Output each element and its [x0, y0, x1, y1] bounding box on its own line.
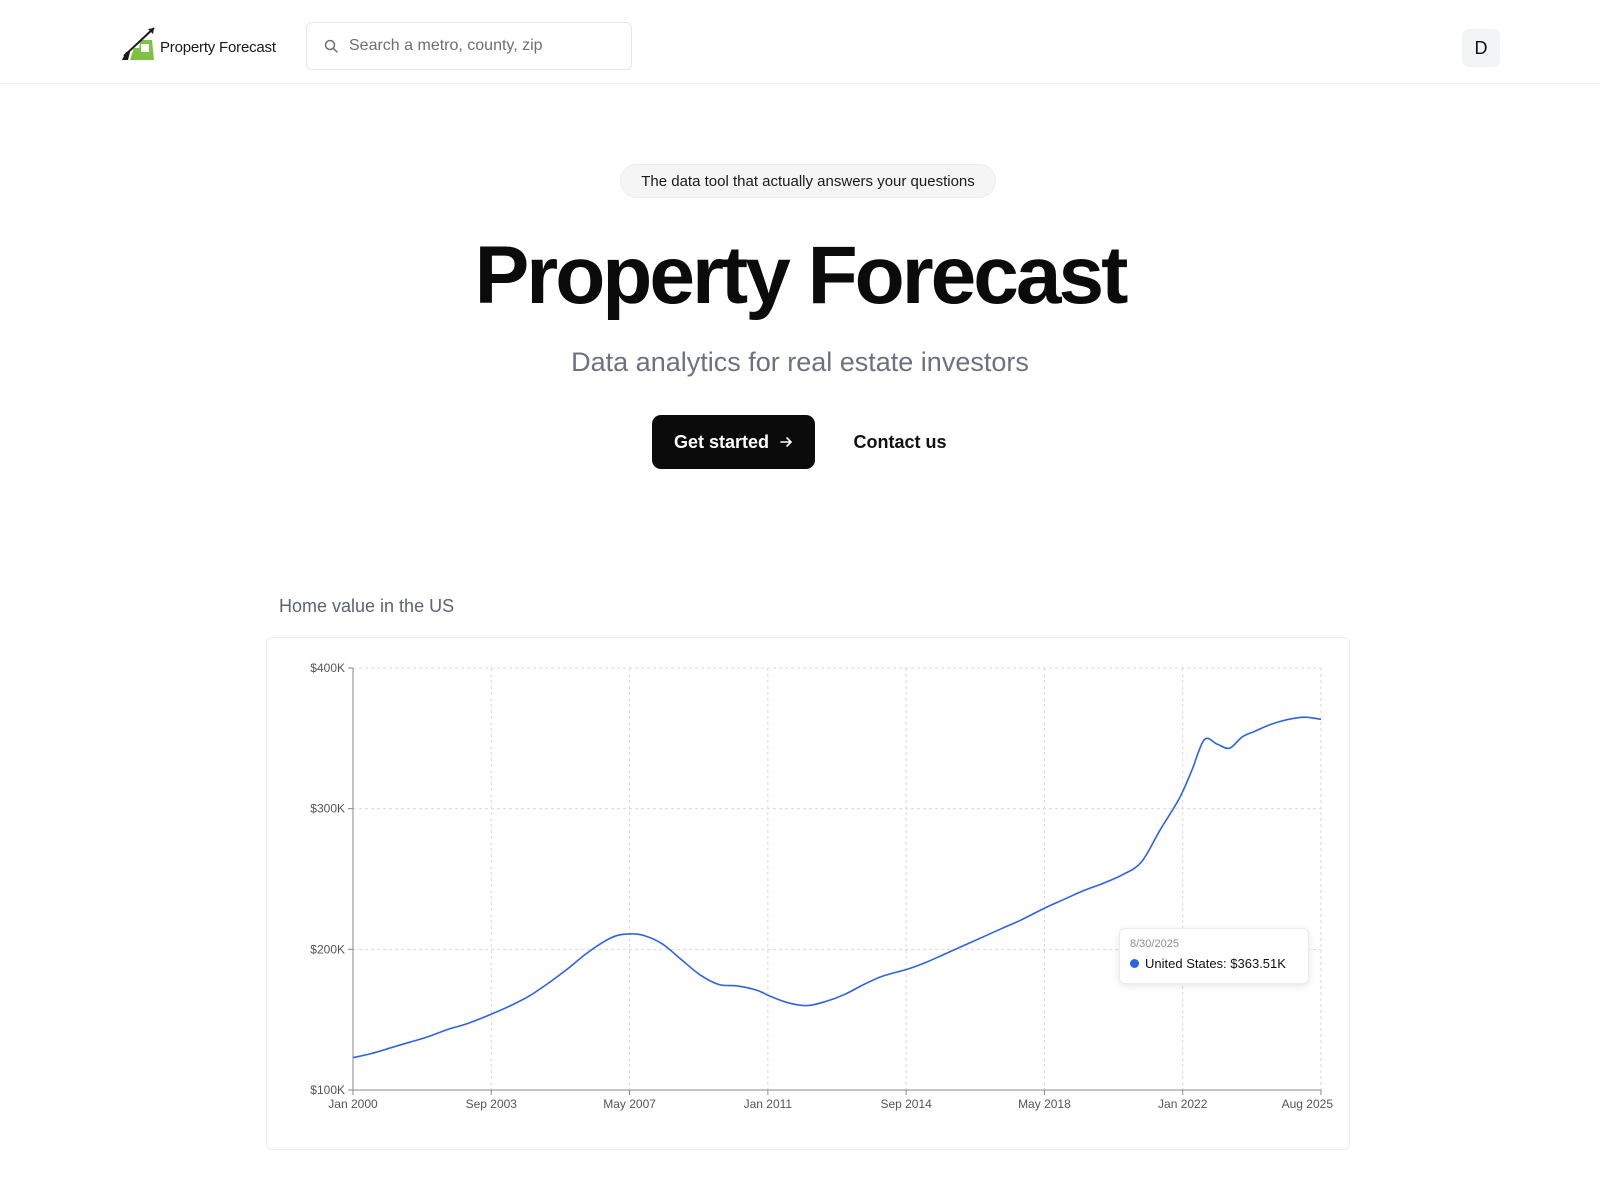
home-value-chart[interactable]: $100K $200K $300K $400K Jan 2000 Sep 2003 May … — [266, 637, 1350, 1150]
x-tick-label: Sep 2014 — [880, 1097, 932, 1111]
logo-text: Property Forecast — [160, 38, 276, 56]
tooltip-date: 8/30/2025 — [1130, 938, 1179, 950]
chart-tooltip: 8/30/2025 United States: $363.51K — [1119, 928, 1309, 984]
x-tick-label: Jan 2011 — [744, 1097, 793, 1111]
property-forecast-logo-icon — [122, 27, 155, 60]
series-line-united-states — [352, 716, 1322, 1059]
line-chart: $100K $200K $300K $400K Jan 2000 Sep 2003 May … — [310, 661, 1334, 1111]
search-bar[interactable] — [306, 22, 632, 70]
page-subtitle: Data analytics for real estate investors — [571, 347, 1029, 377]
contact-us-button[interactable]: Contact us — [838, 415, 962, 469]
y-tick-label: $400K — [310, 661, 345, 675]
x-tick-label: Jan 2022 — [1158, 1097, 1208, 1111]
x-tick-label: Jan 2000 — [328, 1097, 378, 1111]
logo[interactable]: Property Forecast — [120, 26, 276, 62]
y-tick-label: $100K — [310, 1083, 345, 1097]
get-started-button[interactable]: Get started — [652, 415, 815, 469]
user-avatar[interactable]: D — [1462, 29, 1500, 67]
y-tick-label: $300K — [310, 802, 345, 816]
series-dot-icon — [1130, 959, 1139, 968]
tooltip-row: United States: $363.51K — [1130, 956, 1298, 971]
x-tick-label: Sep 2003 — [466, 1097, 518, 1111]
x-tick-label: Aug 2025 — [1282, 1097, 1334, 1111]
x-tick-label: May 2018 — [1018, 1097, 1071, 1111]
chart-title: Home value in the US — [279, 596, 455, 616]
arrow-right-icon — [780, 437, 792, 447]
search-icon — [324, 39, 338, 53]
y-tick-label: $200K — [310, 942, 345, 956]
tooltip-value: United States: $363.51K — [1145, 956, 1286, 971]
page-title: Property Forecast — [474, 230, 1129, 321]
tagline-pill: The data tool that actually answers your… — [620, 164, 996, 198]
top-navigation-bar: Property Forecast D — [0, 0, 1600, 84]
search-input[interactable] — [349, 37, 609, 55]
x-tick-label: May 2007 — [603, 1097, 656, 1111]
get-started-label: Get started — [673, 431, 770, 452]
